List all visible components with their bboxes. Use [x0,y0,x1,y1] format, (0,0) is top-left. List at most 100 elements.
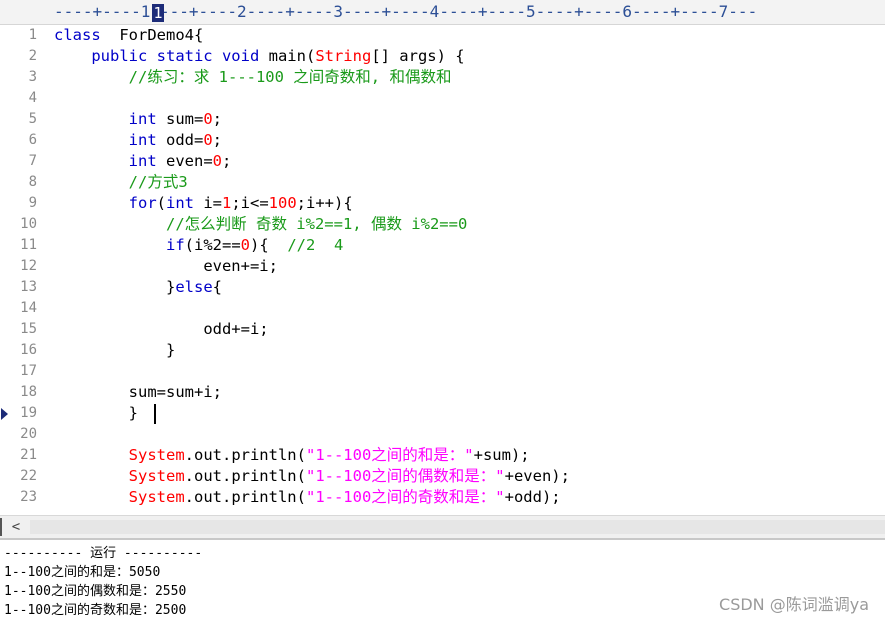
line-number: 15 [20,321,37,337]
code-text: odd= [156,131,204,149]
code-line: odd+=i; [54,319,269,340]
code-line: even+=i; [54,256,278,277]
keyword-token: int [166,194,194,212]
line-number: 7 [28,153,37,169]
output-line: 1--100之间的奇数和是：2500 [4,603,187,618]
code-text: } [165,278,176,296]
code-text: } [128,404,138,422]
horizontal-scrollbar[interactable]: < [0,515,885,538]
number-token: 100 [268,194,297,212]
output-line: 1--100之间的和是：5050 [4,565,161,580]
number-token: 0 [240,236,250,254]
code-text: (i%2== [184,236,241,254]
code-text: [] args) { [371,47,465,65]
comment-token: //练习：求 1---100 之间奇数和, 和偶数和 [128,68,452,86]
code-line: if(i%2==0){ //2 4 [54,235,343,256]
type-token: String [315,47,372,65]
code-line: System.out.println("1--100之间的和是："+sum); [54,445,530,466]
code-text: odd+=i; [203,320,269,338]
code-line: }else{ [54,277,222,298]
line-number: 23 [20,489,37,505]
string-token: "1--100之间的偶数和是：" [305,467,505,485]
code-text: ;i++){ [296,194,353,212]
number-token: 0 [203,110,213,128]
code-text: ForDemo4{ [100,26,204,44]
code-line: //怎么判断 奇数 i%2==1, 偶数 i%2==0 [54,214,467,235]
line-number: 8 [28,174,37,190]
comment-token: //怎么判断 奇数 i%2==1, 偶数 i%2==0 [165,215,468,233]
code-text: main( [259,47,316,65]
code-line: } [54,403,138,424]
line-number-gutter: 1 2 3 4 5 6 7 8 9 10 11 12 13 14 15 16 1… [0,25,44,515]
keyword-token: int [128,110,157,128]
keyword-token: public static void [91,47,260,65]
line-number: 9 [28,195,37,211]
comment-token: //方式3 [128,173,188,191]
line-number: 16 [20,342,37,358]
ruler-cursor-marker: 1 [152,4,164,22]
number-token: 0 [203,131,213,149]
code-text: } [165,341,176,359]
line-number: 18 [20,384,37,400]
code-text: even+=i; [203,257,278,275]
keyword-token: int [128,152,157,170]
line-number: 10 [20,216,37,232]
scrollbar-track[interactable] [30,520,885,534]
code-text: { [212,278,222,296]
code-text: +sum); [473,446,530,464]
code-line: int odd=0; [54,130,222,151]
code-line: sum=sum+i; [54,382,222,403]
keyword-token: for [128,194,157,212]
code-text: .out.println( [184,467,306,485]
scrollbar-edge [0,518,2,536]
code-line: for(int i=1;i<=100;i++){ [54,193,353,214]
code-text: .out.println( [184,446,306,464]
code-line: int even=0; [54,151,232,172]
watermark: CSDN @陈词滥调ya [719,595,869,614]
line-number: 21 [20,447,37,463]
output-line: 1--100之间的偶数和是：2550 [4,584,187,599]
code-text: ){ [250,236,288,254]
code-area[interactable]: class ForDemo4{ public static void main(… [54,25,874,515]
line-number: 19 [20,405,37,421]
code-text: +even); [504,467,570,485]
number-token: 0 [212,152,222,170]
keyword-token: if [165,236,185,254]
string-token: "1--100之间的奇数和是：" [305,488,505,506]
code-text: ( [156,194,166,212]
keyword-token: class [54,26,101,44]
line-number: 17 [20,363,37,379]
line-number: 2 [28,48,37,64]
code-text: ; [212,110,223,128]
line-number: 4 [28,90,37,106]
code-editor[interactable]: 1 2 3 4 5 6 7 8 9 10 11 12 13 14 15 16 1… [0,25,885,515]
code-text: sum=sum+i; [128,383,222,401]
code-line: int sum=0; [54,109,222,130]
line-number: 13 [20,279,37,295]
line-number: 22 [20,468,37,484]
code-line: } [54,340,175,361]
editor-window: ----+----1----+----2----+----3----+----4… [0,0,885,621]
code-text: sum= [156,110,204,128]
code-text: ;i<= [231,194,269,212]
keyword-token: else [175,278,213,296]
scroll-left-arrow-icon[interactable]: < [6,518,26,536]
line-number: 6 [28,132,37,148]
output-panel: ---------- 运行 ---------- 1--100之间的和是：505… [0,538,885,621]
line-number: 14 [20,300,37,316]
code-line: System.out.println("1--100之间的奇数和是："+odd)… [54,487,561,508]
line-number: 3 [28,69,37,85]
output-header: ---------- 运行 ---------- [4,546,203,561]
line-number: 12 [20,258,37,274]
code-line: //方式3 [54,172,188,193]
ruler-left-pad [0,0,54,24]
keyword-token: int [128,131,157,149]
line-number: 1 [28,27,37,43]
class-token: System [128,488,185,506]
line-number: 11 [20,237,37,253]
code-line: //练习：求 1---100 之间奇数和, 和偶数和 [54,67,452,88]
code-text: i= [194,194,222,212]
number-token: 1 [222,194,232,212]
column-ruler: ----+----1----+----2----+----3----+----4… [0,0,885,25]
code-line: class ForDemo4{ [54,25,203,46]
